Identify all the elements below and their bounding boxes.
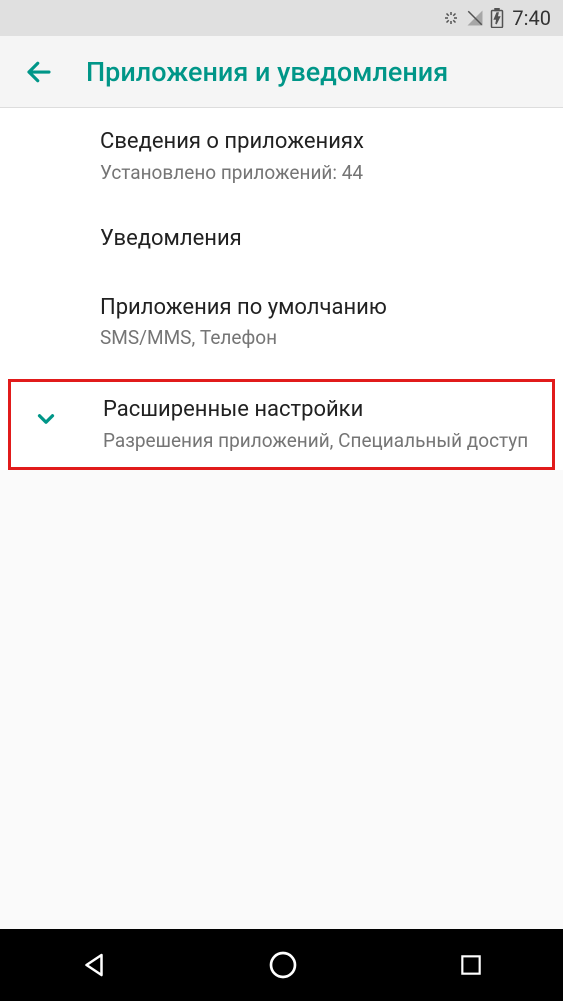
setting-title: Расширенные настройки	[103, 396, 540, 425]
chevron-down-icon	[33, 406, 59, 436]
setting-title: Уведомления	[100, 225, 563, 254]
setting-title: Сведения о приложениях	[100, 128, 563, 157]
signal-icon	[466, 9, 484, 27]
settings-list: Сведения о приложениях Установлено прило…	[0, 108, 563, 470]
app-bar: Приложения и уведомления	[0, 36, 563, 108]
setting-subtitle: SMS/MMS, Телефон	[100, 326, 563, 351]
status-time: 7:40	[512, 6, 551, 30]
status-bar: 7:40	[0, 0, 563, 36]
setting-title: Приложения по умолчанию	[100, 294, 563, 323]
back-arrow-icon[interactable]	[24, 57, 54, 87]
nav-back-button[interactable]	[79, 950, 109, 980]
data-icon	[442, 9, 460, 27]
page-title: Приложения и уведомления	[86, 56, 448, 88]
setting-subtitle: Разрешения приложений, Специальный досту…	[103, 429, 540, 454]
battery-charging-icon	[490, 8, 504, 28]
navigation-bar	[0, 929, 563, 1001]
setting-subtitle: Установлено приложений: 44	[100, 161, 563, 186]
setting-default-apps[interactable]: Приложения по умолчанию SMS/MMS, Телефон	[0, 274, 563, 371]
setting-advanced[interactable]: Расширенные настройки Разрешения приложе…	[8, 379, 555, 470]
nav-home-button[interactable]	[267, 949, 299, 981]
nav-recent-button[interactable]	[458, 952, 484, 978]
setting-notifications[interactable]: Уведомления	[0, 205, 563, 274]
setting-app-info[interactable]: Сведения о приложениях Установлено прило…	[0, 108, 563, 205]
